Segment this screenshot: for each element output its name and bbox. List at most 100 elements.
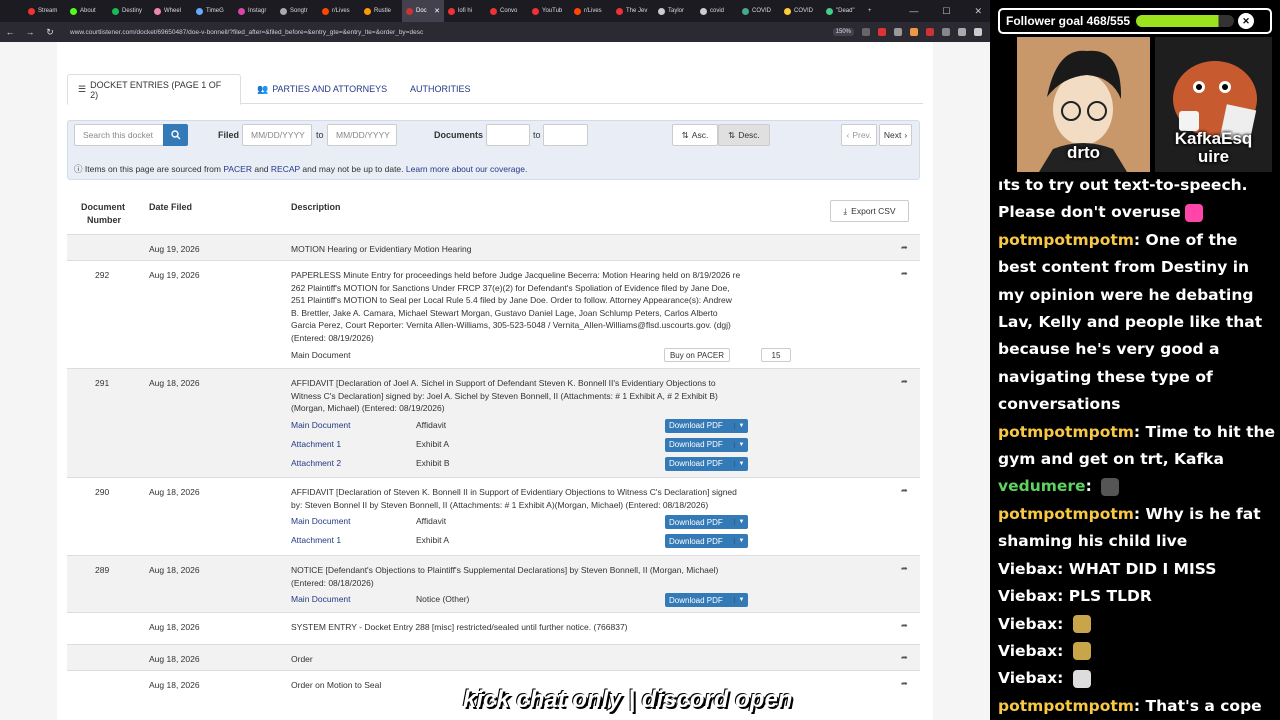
chevron-down-icon: ▼ [734, 597, 748, 604]
extension-icon[interactable] [942, 28, 950, 36]
browser-tab[interactable]: lofi hi [444, 0, 486, 22]
menu-icon[interactable] [974, 28, 982, 36]
document-link[interactable]: Main Document [291, 420, 351, 430]
browser-tab[interactable]: "Dead" [822, 0, 864, 22]
browser-tab[interactable]: r/Lives [318, 0, 360, 22]
docket-search-input[interactable]: Search this docket [74, 124, 164, 146]
document-link[interactable]: Attachment 1 [291, 535, 341, 545]
browser-tab[interactable]: Songtr [276, 0, 318, 22]
extension-icon[interactable] [894, 28, 902, 36]
chat-username: potmpotmpotm [998, 696, 1134, 715]
description-line: AFFIDAVIT [Declaration of Joel A. Sichel… [291, 378, 716, 388]
browser-tab-bar: Stream About Destiny Wheel TimeG Instagr Songt… [0, 0, 990, 22]
browser-tab[interactable]: Wheel [150, 0, 192, 22]
browser-tab[interactable]: TimeG [192, 0, 234, 22]
description-line: NOTICE [Defendant's Objections to Plaint… [291, 565, 719, 575]
download-pdf-button[interactable]: Download PDF ▼ [665, 534, 748, 549]
download-icon: ⤓ [843, 205, 848, 216]
browser-tab[interactable]: covid [696, 0, 738, 22]
browser-tab[interactable]: YouTub [528, 0, 570, 22]
browser-tab-label: covid [710, 8, 725, 14]
browser-tab[interactable]: Rustle [360, 0, 402, 22]
browser-tab[interactable]: Destiny [108, 0, 150, 22]
coverage-link[interactable]: Learn more about our coverage. [406, 164, 527, 174]
chat-message: ıts to try out text-to-speech. [998, 172, 1278, 199]
back-icon[interactable]: ← [0, 27, 20, 37]
download-pdf-label: Download PDF [669, 421, 723, 431]
recap-link[interactable]: RECAP [271, 164, 300, 174]
browser-tab[interactable]: Doc ✕ [402, 0, 444, 22]
browser-tab[interactable]: Convo [486, 0, 528, 22]
download-pdf-button[interactable]: Download PDF ▼ [665, 437, 748, 452]
buy-on-pacer-button[interactable]: Buy on PACER [664, 348, 730, 362]
chat-username: potmpotmpotm [998, 504, 1134, 523]
entry-to-input[interactable] [543, 124, 588, 146]
new-tab-icon[interactable]: + [864, 0, 880, 22]
next-page-button[interactable]: Next › [879, 124, 912, 146]
bookmark-icon[interactable] [862, 28, 870, 36]
browser-tab-label: COVID [794, 8, 814, 14]
browser-tab[interactable]: The Jev [612, 0, 654, 22]
chat-username: Viebax [998, 641, 1058, 660]
share-icon[interactable]: ➦ [901, 564, 908, 573]
share-icon[interactable]: ➦ [901, 377, 908, 386]
forward-icon[interactable]: → [20, 27, 40, 37]
sort-desc-button[interactable]: ⇅ Desc. [718, 124, 770, 146]
browser-tab[interactable]: COVID [780, 0, 822, 22]
share-icon[interactable]: ➦ [901, 269, 908, 278]
close-tab-icon[interactable]: ✕ [434, 7, 440, 15]
pacer-link[interactable]: PACER [223, 164, 252, 174]
pacer-count-badge[interactable]: 15 [761, 348, 791, 362]
tab-authorities[interactable]: AUTHORITIES [400, 74, 481, 104]
share-icon[interactable]: ➦ [901, 486, 908, 495]
tab-parties[interactable]: 👥 PARTIES AND ATTORNEYS [247, 74, 397, 104]
chat-separator: : [1133, 422, 1146, 441]
document-link[interactable]: Attachment 2 [291, 458, 341, 468]
browser-tab[interactable]: Stream [24, 0, 66, 22]
browser-tab[interactable]: About [66, 0, 108, 22]
zoom-level[interactable]: 150% [832, 28, 854, 36]
chat-username: Viebax [998, 587, 1058, 606]
close-window-icon[interactable]: ✕ [974, 6, 982, 17]
reload-icon[interactable]: ↻ [40, 27, 60, 38]
extension-icon[interactable] [878, 28, 886, 36]
browser-tab[interactable]: Taylor [654, 0, 696, 22]
extension-icon[interactable] [910, 28, 918, 36]
chat-emote-icon [1101, 477, 1120, 496]
document-link[interactable]: Main Document [291, 516, 351, 526]
url-bar[interactable]: www.courtlistener.com/docket/69650487/do… [70, 29, 833, 36]
download-pdf-button[interactable]: Download PDF ▼ [665, 593, 748, 608]
to-label: to [533, 130, 541, 140]
entry-from-input[interactable] [486, 124, 530, 146]
document-link[interactable]: Main Document [291, 594, 351, 604]
extension-icon[interactable] [926, 28, 934, 36]
chat-message: Viebax: [998, 665, 1278, 692]
tab-docket-entries[interactable]: ☰ DOCKET ENTRIES (PAGE 1 OF 2) [67, 74, 241, 105]
minimize-icon[interactable]: — [909, 6, 918, 16]
sort-asc-button[interactable]: ⇅ Asc. [672, 124, 718, 146]
document-link[interactable]: Attachment 1 [291, 439, 341, 449]
filed-before-input[interactable]: MM/DD/YYYY [327, 124, 397, 146]
extension-icon[interactable] [958, 28, 966, 36]
maximize-icon[interactable]: ☐ [942, 6, 950, 17]
download-pdf-button[interactable]: Download PDF ▼ [665, 456, 748, 471]
search-button[interactable] [163, 124, 188, 146]
filed-after-input[interactable]: MM/DD/YYYY [242, 124, 312, 146]
cam2-label: KafkaEsq [1174, 129, 1253, 148]
browser-tab-label: Rustle [374, 8, 392, 14]
chat-separator: : [1057, 614, 1069, 633]
share-icon[interactable]: ➦ [901, 653, 908, 662]
download-pdf-button[interactable]: Download PDF ▼ [665, 418, 748, 433]
share-icon[interactable]: ➦ [901, 621, 908, 630]
share-icon[interactable]: ➦ [901, 243, 908, 252]
browser-tab[interactable]: Instagr [234, 0, 276, 22]
webcam-drto: drto [1017, 37, 1150, 172]
chat-username: Viebax [998, 669, 1058, 688]
export-csv-button[interactable]: ⤓ Export CSV [830, 200, 909, 222]
favicon-icon [154, 7, 161, 15]
share-icon[interactable]: ➦ [901, 679, 908, 688]
prev-page-button[interactable]: ‹ Prev. [841, 124, 877, 146]
browser-tab[interactable]: COVID [738, 0, 780, 22]
download-pdf-button[interactable]: Download PDF ▼ [665, 515, 748, 530]
browser-tab[interactable]: r/Lives [570, 0, 612, 22]
